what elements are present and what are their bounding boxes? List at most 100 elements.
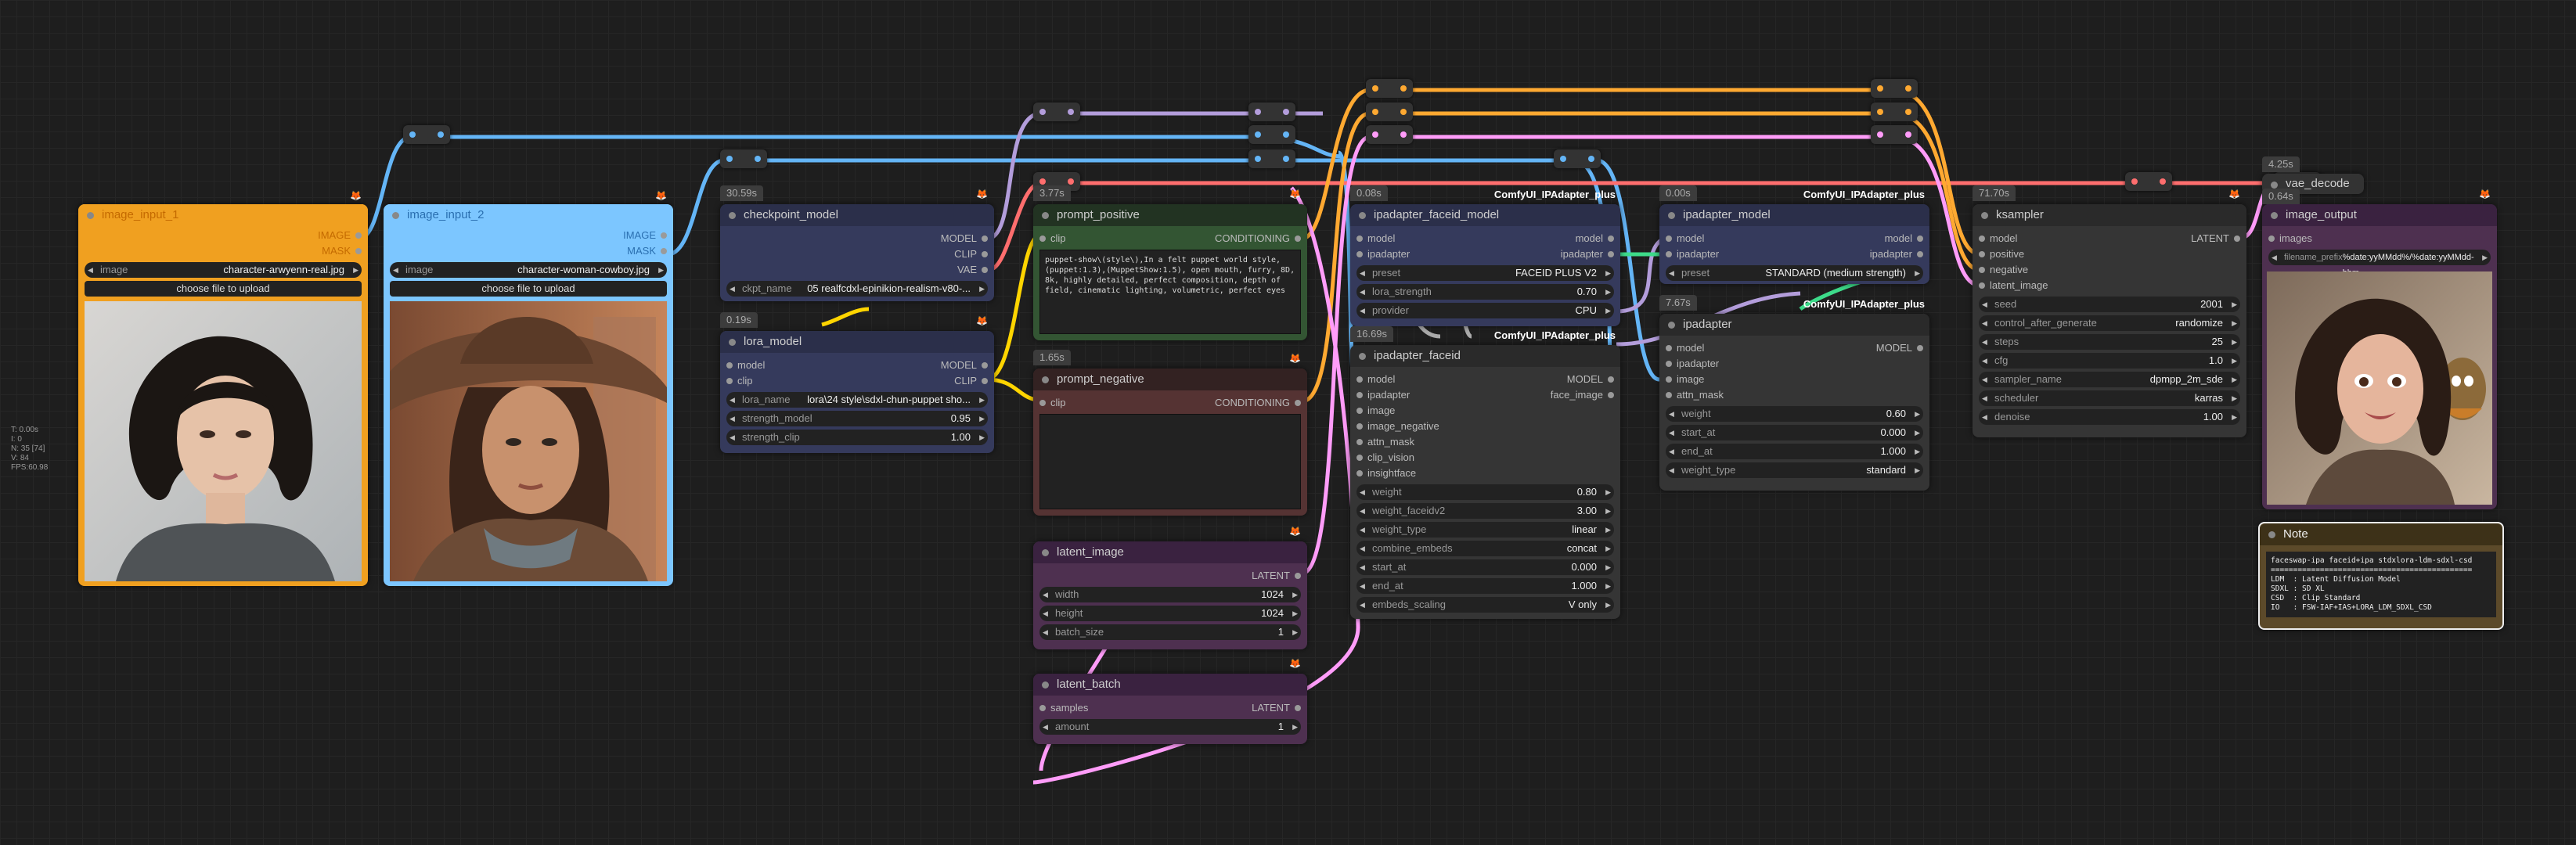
weight-type-select[interactable]: weight_type linear (1356, 522, 1614, 538)
input-positive[interactable]: positive (1979, 246, 2240, 262)
input-ipadapter[interactable]: ipadapter (1666, 356, 1923, 372)
output-clip[interactable]: CLIP (726, 246, 988, 262)
note-text[interactable]: faceswap-ipa faceid+ipa stdxlora-ldm-sdx… (2266, 552, 2496, 617)
io-row-clip[interactable]: clip CLIP (726, 373, 988, 389)
io-row[interactable]: samples LATENT (1039, 700, 1301, 716)
reroute-node[interactable] (1871, 79, 1918, 98)
input-image-negative[interactable]: image_negative (1356, 419, 1614, 434)
node-ipadapter[interactable]: 7.67s ComfyUI_IPAdapter_plus ipadapter m… (1659, 295, 1929, 491)
preset-select[interactable]: preset FACEID PLUS V2 (1356, 265, 1614, 281)
input-model[interactable]: model (1356, 372, 1395, 387)
end-at-slider[interactable]: end_at 1.000 (1666, 444, 1923, 459)
lora-name-select[interactable]: lora_name lora\24 style\sdxl-chun-puppet… (726, 392, 988, 408)
input-clip-vision[interactable]: clip_vision (1356, 450, 1614, 466)
reroute-node[interactable] (1248, 102, 1295, 121)
io-row-ipadapter[interactable]: ipadapter ipadapter (1356, 246, 1615, 262)
node-title[interactable]: ipadapter_faceid (1350, 345, 1620, 367)
node-lora-model[interactable]: 0.19s 🦊 lora_model model MODEL clip CLIP… (720, 312, 994, 453)
input-model[interactable]: model (1666, 340, 1704, 356)
node-title[interactable]: Note (2260, 523, 2502, 545)
io-row-model[interactable]: model MODEL (1356, 372, 1615, 387)
output-mask[interactable]: MASK (390, 243, 667, 259)
input-ipadapter[interactable]: ipadapter (1356, 387, 1410, 403)
output-image[interactable]: IMAGE (85, 228, 362, 243)
node-title[interactable]: latent_image (1033, 541, 1307, 563)
input-ipadapter[interactable]: ipadapter (1356, 246, 1410, 262)
io-row[interactable]: clip CONDITIONING (1039, 395, 1302, 411)
upload-button[interactable]: choose file to upload (390, 281, 667, 297)
node-ipadapter-model[interactable]: 0.00s ComfyUI_IPAdapter_plus ipadapter_m… (1659, 185, 1929, 284)
width-input[interactable]: width 1024 (1039, 587, 1301, 602)
output-ipadapter[interactable]: ipadapter (1561, 246, 1615, 262)
node-title[interactable]: prompt_negative (1033, 369, 1307, 390)
input-clip[interactable]: clip (726, 373, 753, 389)
embeds-scaling-select[interactable]: embeds_scaling V only (1356, 597, 1614, 613)
reroute-node[interactable] (1871, 102, 1918, 121)
filename-prefix-input[interactable]: filename_prefix %date:yyMMdd%/%date:yyMM… (2268, 250, 2491, 278)
node-title[interactable]: ksampler (1973, 204, 2246, 226)
output-clip[interactable]: CLIP (954, 373, 988, 389)
output-conditioning[interactable]: CONDITIONING (1215, 231, 1302, 246)
input-model[interactable]: model (1356, 231, 1395, 246)
node-title[interactable]: prompt_positive (1033, 204, 1307, 226)
input-insightface[interactable]: insightface (1356, 466, 1614, 481)
start-at-slider[interactable]: start_at 0.000 (1666, 425, 1923, 440)
reroute-node[interactable] (1366, 102, 1413, 121)
node-ipadapter-faceid[interactable]: 16.69s ComfyUI_IPAdapter_plus ipadapter_… (1350, 326, 1620, 619)
input-model[interactable]: model (1979, 231, 2017, 246)
input-clip[interactable]: clip (1039, 395, 1066, 411)
workflow-canvas[interactable]: T: 0.00s I: 0 N: 35 [74] V: 84 FPS:60.98… (0, 0, 2576, 845)
output-model[interactable]: model (1885, 231, 1924, 246)
node-title[interactable]: ipadapter_faceid_model (1350, 204, 1620, 226)
batch-size-input[interactable]: batch_size 1 (1039, 624, 1301, 640)
prompt-text-area[interactable] (1039, 414, 1301, 509)
weight-slider[interactable]: weight 0.80 (1356, 484, 1614, 500)
node-ksampler[interactable]: 71.70s 🦊 ksampler model LATENT positive … (1973, 185, 2246, 437)
io-row[interactable]: clip CONDITIONING (1039, 231, 1302, 246)
node-title[interactable]: ipadapter (1659, 314, 1929, 336)
output-latent[interactable]: LATENT (2191, 231, 2240, 246)
output-vae[interactable]: VAE (726, 262, 988, 278)
node-prompt-positive[interactable]: 3.77s 🦊 prompt_positive clip CONDITIONIN… (1033, 185, 1307, 340)
io-row-ipadapter[interactable]: ipadapter ipadapter (1666, 246, 1924, 262)
reroute-node[interactable] (1248, 125, 1295, 144)
input-attn-mask[interactable]: attn_mask (1356, 434, 1614, 450)
node-prompt-negative[interactable]: 1.65s 🦊 prompt_negative clip CONDITIONIN… (1033, 350, 1307, 516)
steps-input[interactable]: steps 25 (1979, 334, 2240, 350)
upload-button[interactable]: choose file to upload (85, 281, 362, 297)
node-image-input-2[interactable]: 🦊 image_input_2 IMAGE MASK image charact… (384, 190, 673, 586)
combine-embeds-select[interactable]: combine_embeds concat (1356, 541, 1614, 556)
output-mask[interactable]: MASK (85, 243, 362, 259)
io-row-model[interactable]: model MODEL (726, 358, 989, 373)
weight-faceidv2-slider[interactable]: weight_faceidv2 3.00 (1356, 503, 1614, 519)
preset-select[interactable]: preset STANDARD (medium strength) (1666, 265, 1923, 281)
strength-model-slider[interactable]: strength_model 0.95 (726, 411, 988, 426)
io-row-model[interactable]: model model (1666, 231, 1924, 246)
height-input[interactable]: height 1024 (1039, 606, 1301, 621)
provider-select[interactable]: provider CPU (1356, 303, 1614, 318)
reroute-node[interactable] (720, 149, 767, 168)
node-title[interactable]: image_input_1 (78, 204, 368, 226)
output-image[interactable]: IMAGE (390, 228, 667, 243)
node-title[interactable]: ipadapter_model (1659, 204, 1929, 226)
io-row-ipadapter[interactable]: ipadapter face_image (1356, 387, 1615, 403)
io-row-model[interactable]: model model (1356, 231, 1615, 246)
node-title[interactable]: checkpoint_model (720, 204, 994, 226)
amount-input[interactable]: amount 1 (1039, 719, 1301, 735)
output-model[interactable]: MODEL (1876, 340, 1924, 356)
output-conditioning[interactable]: CONDITIONING (1215, 395, 1302, 411)
node-latent-batch[interactable]: 🦊 latent_batch samples LATENT amount 1 (1033, 658, 1307, 744)
input-image[interactable]: image (1356, 403, 1614, 419)
image-select[interactable]: image character-arwyenn-real.jpg (85, 262, 362, 278)
input-ipadapter[interactable]: ipadapter (1666, 246, 1719, 262)
start-at-slider[interactable]: start_at 0.000 (1356, 559, 1614, 575)
control-after-generate-select[interactable]: control_after_generate randomize (1979, 315, 2240, 331)
node-title[interactable]: image_output (2262, 204, 2497, 226)
input-negative[interactable]: negative (1979, 262, 2240, 278)
reroute-node[interactable] (403, 125, 450, 144)
reroute-node[interactable] (1366, 125, 1413, 144)
input-attn-mask[interactable]: attn_mask (1666, 387, 1923, 403)
node-title[interactable]: lora_model (720, 331, 994, 353)
scheduler-select[interactable]: scheduler karras (1979, 390, 2240, 406)
cfg-input[interactable]: cfg 1.0 (1979, 353, 2240, 369)
